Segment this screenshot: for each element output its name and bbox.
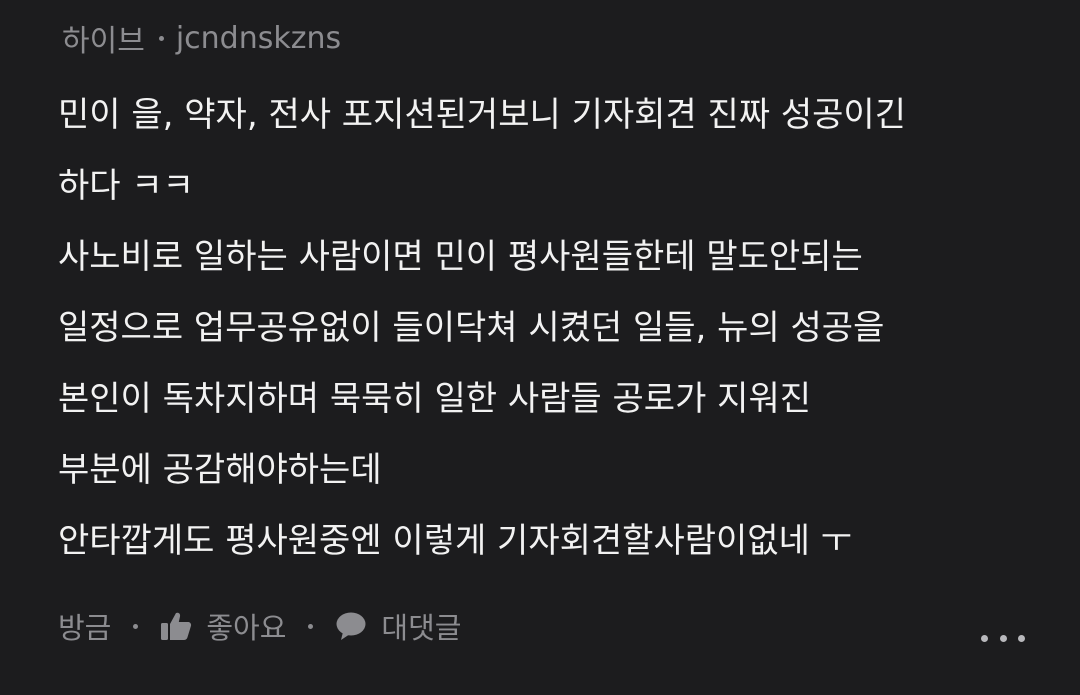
comment-line: 사노비로 일하는 사람이면 민이 평사원들한테 말도안되는 xyxy=(58,237,863,277)
action-separator xyxy=(308,623,314,629)
comment-line: 민이 을, 약자, 전사 포지션된거보니 기자회견 진짜 성공이긴 xyxy=(58,95,906,135)
more-dots-icon xyxy=(1018,634,1025,642)
reply-button[interactable]: 대댓글 xyxy=(335,605,461,647)
like-button[interactable]: 좋아요 xyxy=(160,605,286,647)
action-separator xyxy=(133,623,139,629)
more-dots-icon xyxy=(999,634,1007,642)
comment-line: 일정으로 업무공유없이 들이닥쳐 시켰던 일들, 뉴의 성공을 xyxy=(58,308,885,348)
reply-label: 대댓글 xyxy=(381,611,462,645)
comment-actions: 방금 좋아요 대댓글 xyxy=(58,604,461,648)
comment-card: 하이브 jcndnskzns 민이 을, 약자, 전사 포지션된거보니 기자회견… xyxy=(0,0,1080,695)
speech-bubble-icon xyxy=(336,612,366,640)
like-label: 좋아요 xyxy=(206,611,287,645)
meta-separator xyxy=(158,35,164,41)
comment-body: 민이 을, 약자, 전사 포지션된거보니 기자회견 진짜 성공이긴 하다 ㅋㅋ … xyxy=(58,80,1048,577)
author-name[interactable]: jcndnskzns xyxy=(176,21,341,56)
timestamp: 방금 xyxy=(58,611,112,645)
thumbs-up-icon xyxy=(161,612,192,640)
more-options-button[interactable] xyxy=(981,626,1025,650)
comment-line: 부분에 공감해야하는데 xyxy=(58,450,382,490)
more-dots-icon xyxy=(981,634,988,642)
comment-line: 본인이 독차지하며 묵묵히 일한 사람들 공로가 지워진 xyxy=(58,379,812,419)
comment-meta: 하이브 jcndnskzns xyxy=(62,16,341,60)
comment-line: 하다 ㅋㅋ xyxy=(58,166,194,206)
comment-line: 안타깝게도 평사원중엔 이렇게 기자회견할사람이없네 ㅜ xyxy=(58,521,852,561)
community-name[interactable]: 하이브 xyxy=(62,16,145,60)
